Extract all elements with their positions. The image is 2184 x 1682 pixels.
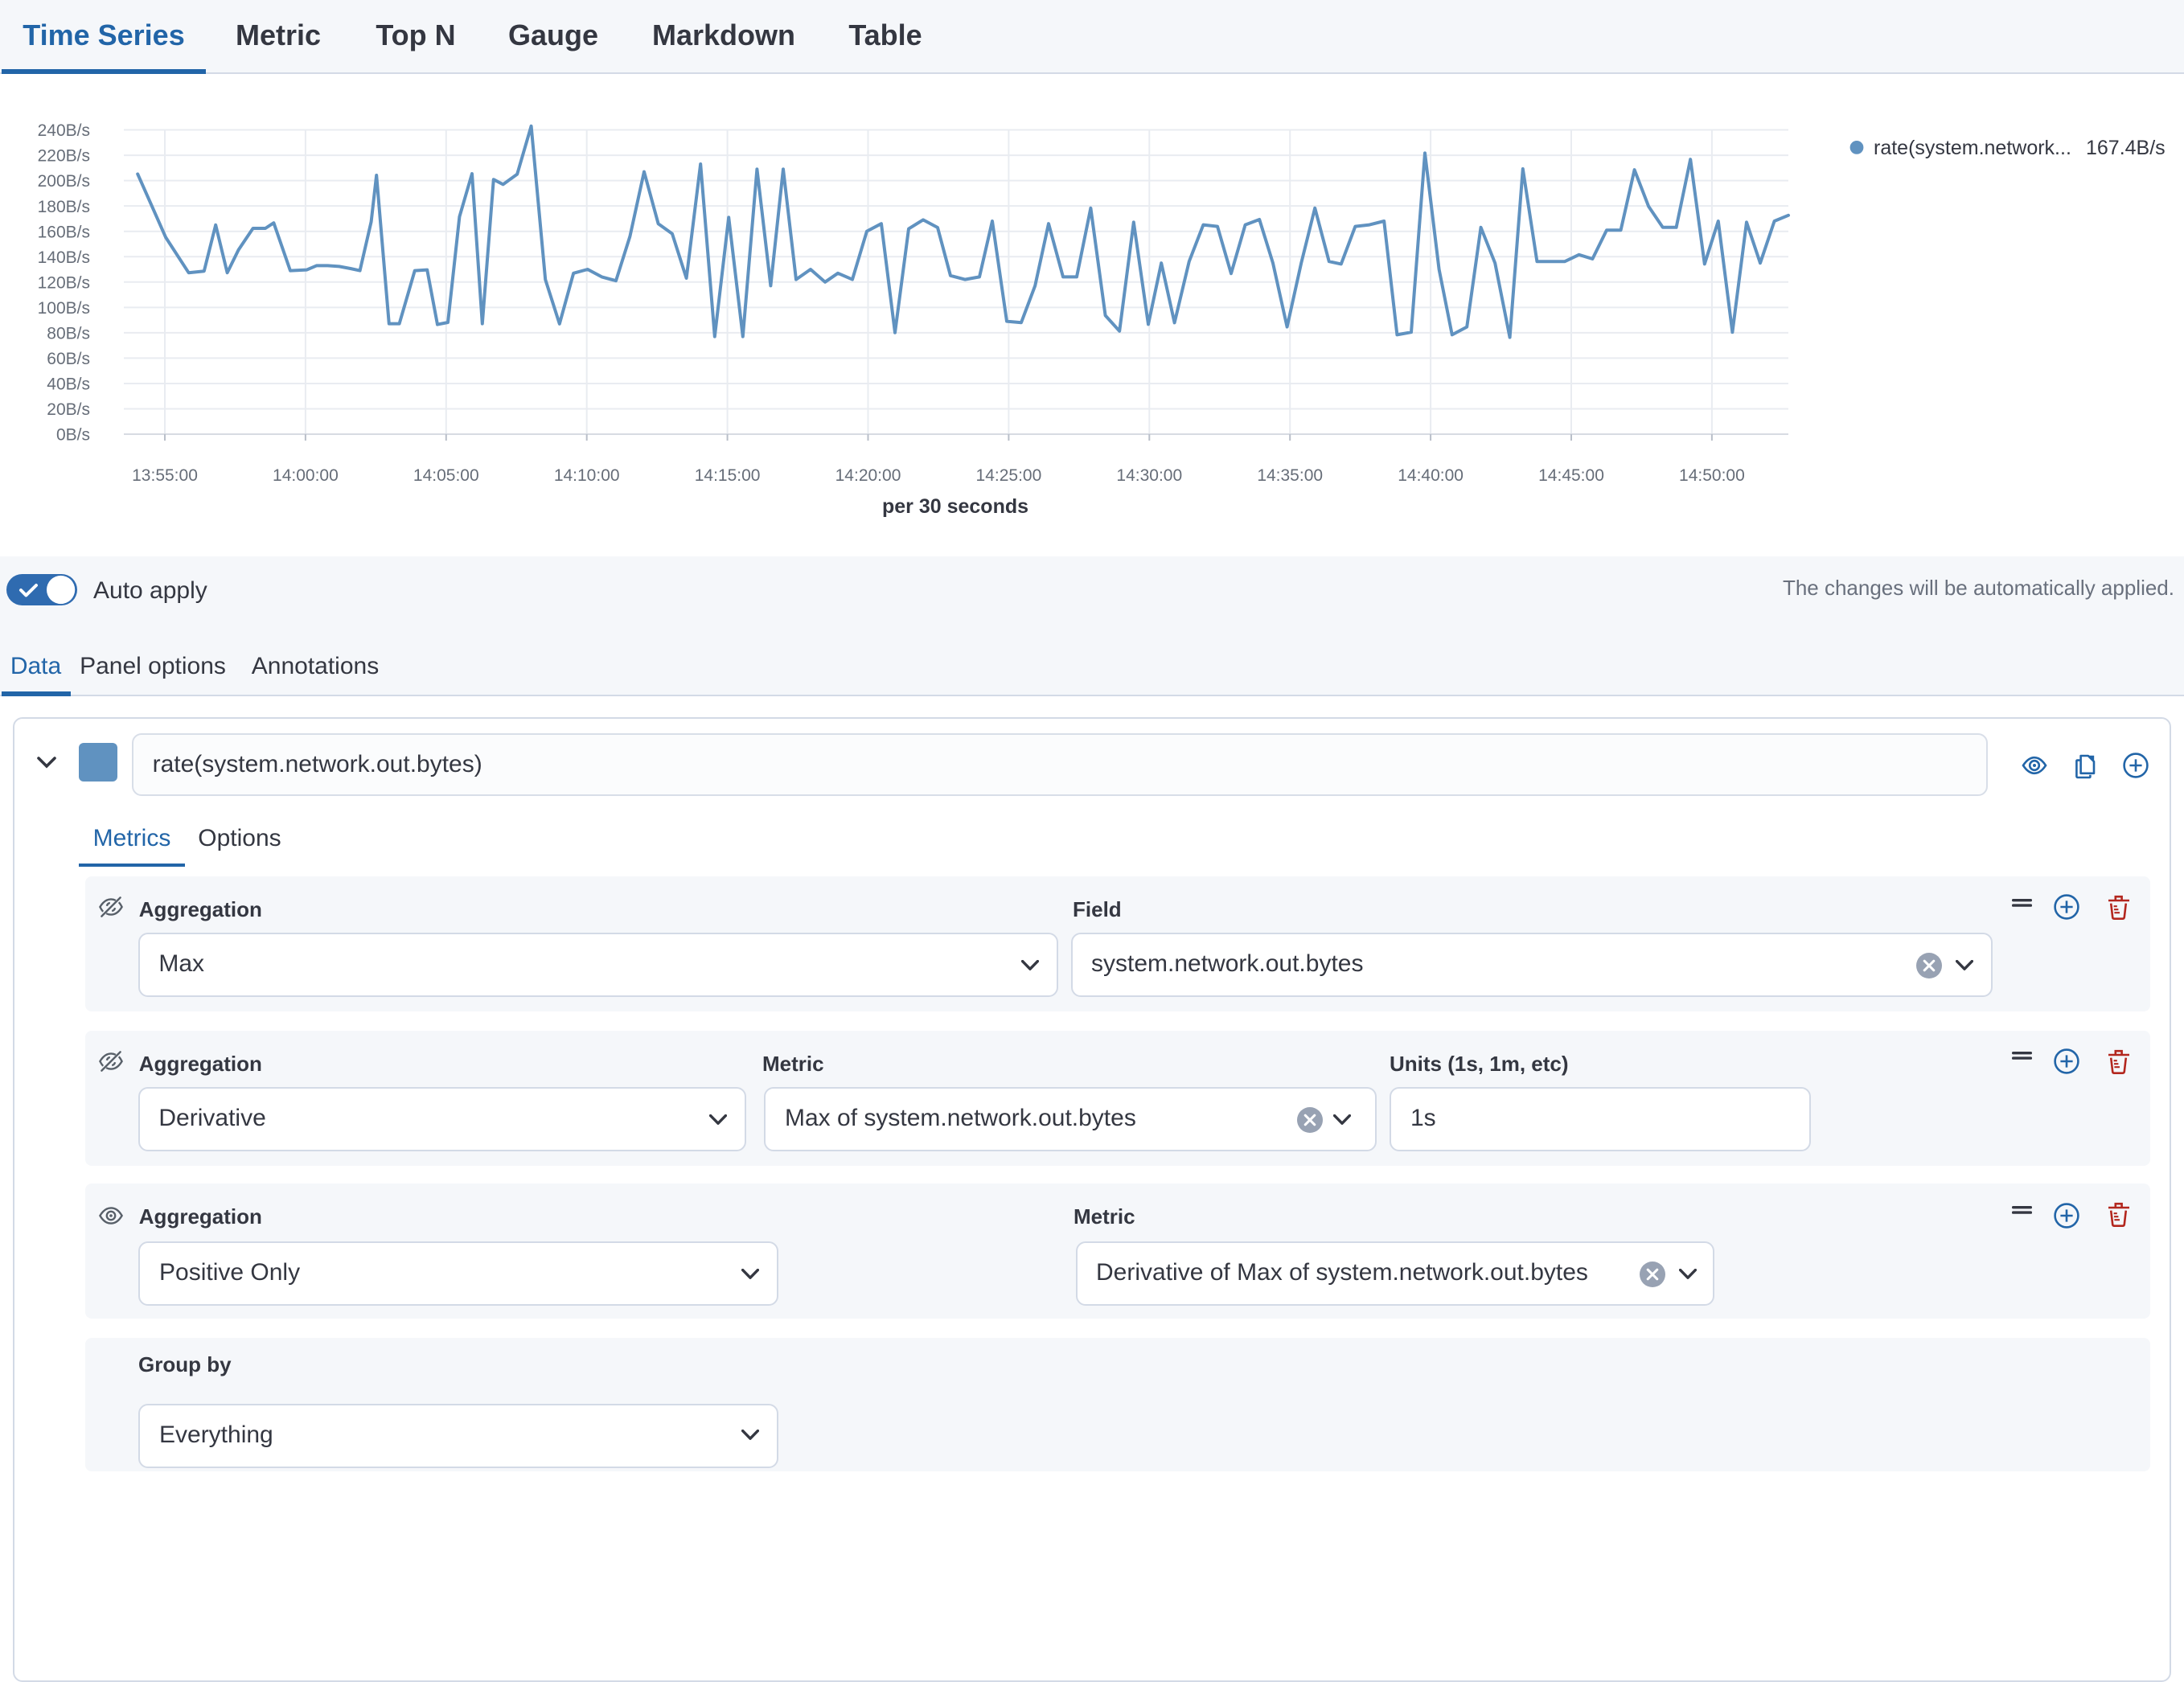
svg-text:14:05:00: 14:05:00 <box>413 466 479 485</box>
svg-text:rate(system.network...: rate(system.network... <box>1874 137 2071 159</box>
svg-text:200B/s: 200B/s <box>38 172 90 191</box>
svg-text:80B/s: 80B/s <box>47 324 90 343</box>
svg-text:14:20:00: 14:20:00 <box>835 466 901 485</box>
svg-text:14:25:00: 14:25:00 <box>976 466 1042 485</box>
svg-text:14:50:00: 14:50:00 <box>1679 466 1745 485</box>
svg-text:14:40:00: 14:40:00 <box>1398 466 1464 485</box>
svg-text:220B/s: 220B/s <box>38 147 90 166</box>
svg-text:14:15:00: 14:15:00 <box>695 466 761 485</box>
svg-text:60B/s: 60B/s <box>47 350 90 368</box>
svg-text:100B/s: 100B/s <box>38 299 90 318</box>
svg-text:0B/s: 0B/s <box>56 426 90 445</box>
svg-text:per 30 seconds: per 30 seconds <box>882 495 1028 518</box>
svg-text:14:45:00: 14:45:00 <box>1538 466 1604 485</box>
svg-text:14:35:00: 14:35:00 <box>1257 466 1323 485</box>
svg-text:180B/s: 180B/s <box>38 198 90 216</box>
svg-text:20B/s: 20B/s <box>47 400 90 419</box>
svg-text:167.4B/s: 167.4B/s <box>2086 137 2166 159</box>
svg-text:14:00:00: 14:00:00 <box>273 466 339 485</box>
svg-text:40B/s: 40B/s <box>47 375 90 394</box>
svg-text:13:55:00: 13:55:00 <box>132 466 198 485</box>
svg-text:14:30:00: 14:30:00 <box>1116 466 1182 485</box>
svg-text:140B/s: 140B/s <box>38 248 90 267</box>
svg-text:240B/s: 240B/s <box>38 121 90 140</box>
svg-text:120B/s: 120B/s <box>38 273 90 292</box>
svg-text:160B/s: 160B/s <box>38 223 90 241</box>
svg-text:14:10:00: 14:10:00 <box>554 466 620 485</box>
